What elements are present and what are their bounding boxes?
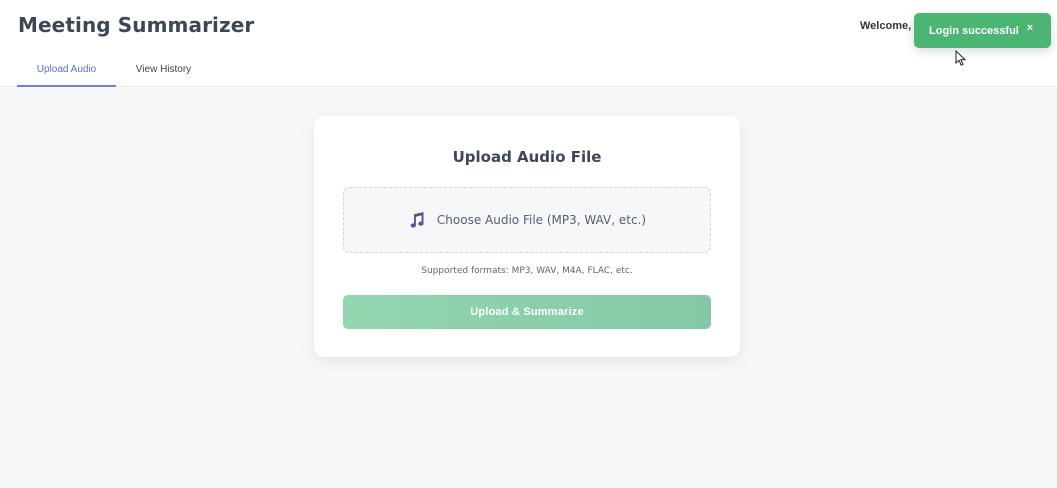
audio-file-dropzone[interactable]: Choose Audio File (MP3, WAV, etc.) <box>343 187 711 253</box>
toast-message: Login successful <box>929 24 1019 37</box>
app-header: Meeting Summarizer Welcome, Upload Audio… <box>0 0 1057 87</box>
upload-card: Upload Audio File Choose Audio File (MP3… <box>314 116 740 357</box>
tab-upload-audio[interactable]: Upload Audio <box>17 51 116 87</box>
tab-bar: Upload Audio View History <box>17 51 211 87</box>
toast-close-button[interactable]: × <box>1024 22 1036 36</box>
upload-and-summarize-button[interactable]: Upload & Summarize <box>343 295 711 329</box>
app-title: Meeting Summarizer <box>18 13 255 37</box>
supported-formats-text: Supported formats: MP3, WAV, M4A, FLAC, … <box>421 266 633 276</box>
tab-view-history[interactable]: View History <box>116 51 211 87</box>
login-success-toast: Login successful × <box>914 13 1051 48</box>
choose-audio-file-label: Choose Audio File (MP3, WAV, etc.) <box>436 213 647 227</box>
welcome-text: Welcome, <box>860 20 912 32</box>
music-note-icon <box>408 211 426 229</box>
mouse-cursor-icon <box>955 49 967 67</box>
card-title: Upload Audio File <box>452 148 602 166</box>
